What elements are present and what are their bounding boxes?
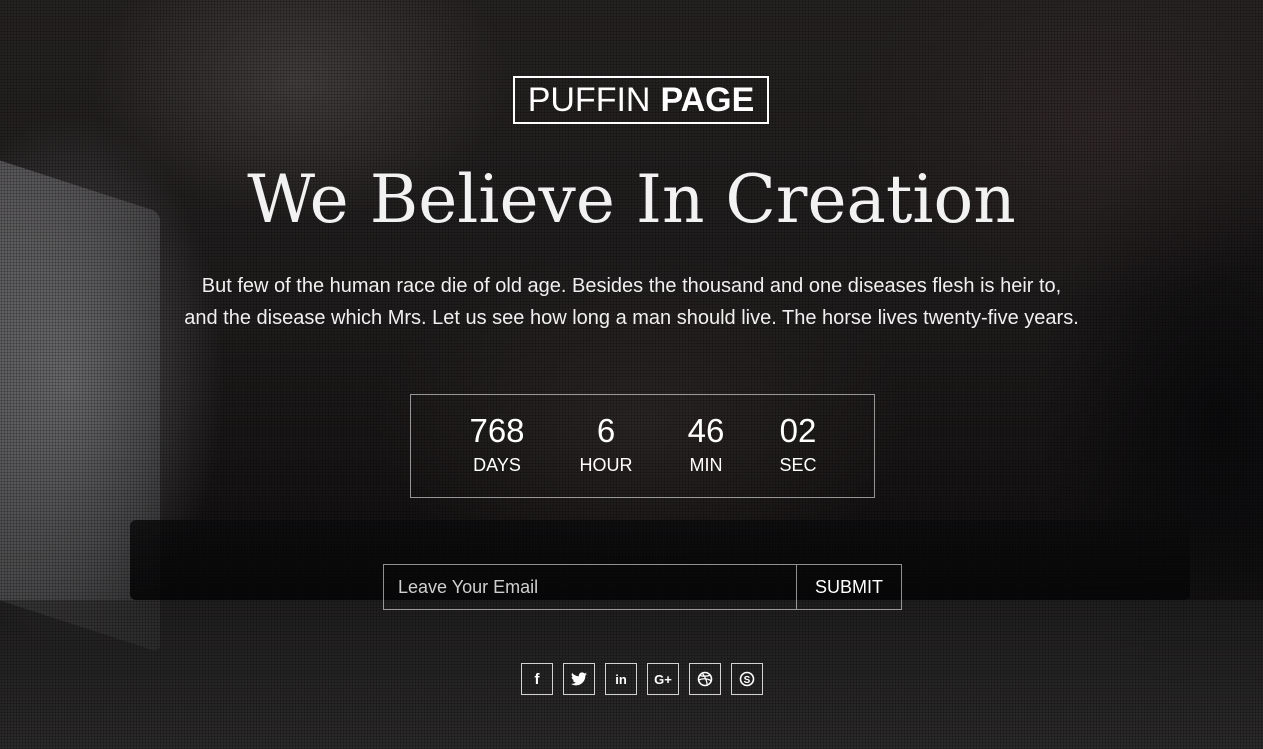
skype-button[interactable]: S bbox=[731, 663, 763, 695]
countdown-days-value: 768 bbox=[469, 412, 525, 449]
countdown-timer: 768 DAYS 6 HOUR 46 MIN 02 SEC bbox=[410, 394, 875, 498]
countdown-seconds: 02 SEC bbox=[753, 409, 843, 477]
countdown-days: 768 DAYS bbox=[452, 409, 542, 477]
hero-section: PUFFIN PAGE We Believe In Creation But f… bbox=[0, 0, 1263, 749]
description-line: But few of the human race die of old age… bbox=[201, 275, 1062, 297]
logo-text-bold: PAGE bbox=[660, 80, 755, 119]
facebook-button[interactable]: f bbox=[521, 663, 553, 695]
linkedin-button[interactable]: in bbox=[605, 663, 637, 695]
dribbble-icon bbox=[697, 671, 713, 687]
countdown-days-label: DAYS bbox=[473, 455, 521, 475]
description-line: and the disease which Mrs. Let us see ho… bbox=[184, 307, 1079, 329]
google-plus-icon: G+ bbox=[654, 671, 672, 687]
subscribe-form: SUBMIT bbox=[383, 564, 902, 610]
social-links: f in G+ S bbox=[521, 663, 763, 695]
logo-text-light: PUFFIN bbox=[527, 80, 651, 119]
email-input[interactable] bbox=[384, 565, 796, 609]
hero-description: But few of the human race die of old age… bbox=[150, 270, 1113, 334]
svg-text:S: S bbox=[744, 675, 751, 686]
facebook-icon: f bbox=[534, 670, 540, 688]
twitter-icon bbox=[571, 672, 587, 686]
countdown-hours: 6 HOUR bbox=[561, 409, 651, 477]
linkedin-icon: in bbox=[615, 671, 627, 687]
skype-icon: S bbox=[739, 671, 755, 687]
twitter-button[interactable] bbox=[563, 663, 595, 695]
dribbble-button[interactable] bbox=[689, 663, 721, 695]
countdown-minutes-label: MIN bbox=[689, 455, 723, 475]
countdown-seconds-label: SEC bbox=[779, 455, 817, 475]
site-logo[interactable]: PUFFIN PAGE bbox=[513, 76, 769, 124]
submit-button[interactable]: SUBMIT bbox=[796, 565, 901, 609]
countdown-minutes-value: 46 bbox=[687, 412, 725, 449]
countdown-hours-value: 6 bbox=[596, 412, 616, 449]
hero-headline: We Believe In Creation bbox=[247, 161, 1016, 238]
countdown-minutes: 46 MIN bbox=[661, 409, 751, 477]
google-plus-button[interactable]: G+ bbox=[647, 663, 679, 695]
countdown-seconds-value: 02 bbox=[779, 412, 817, 449]
countdown-hours-label: HOUR bbox=[579, 455, 633, 475]
